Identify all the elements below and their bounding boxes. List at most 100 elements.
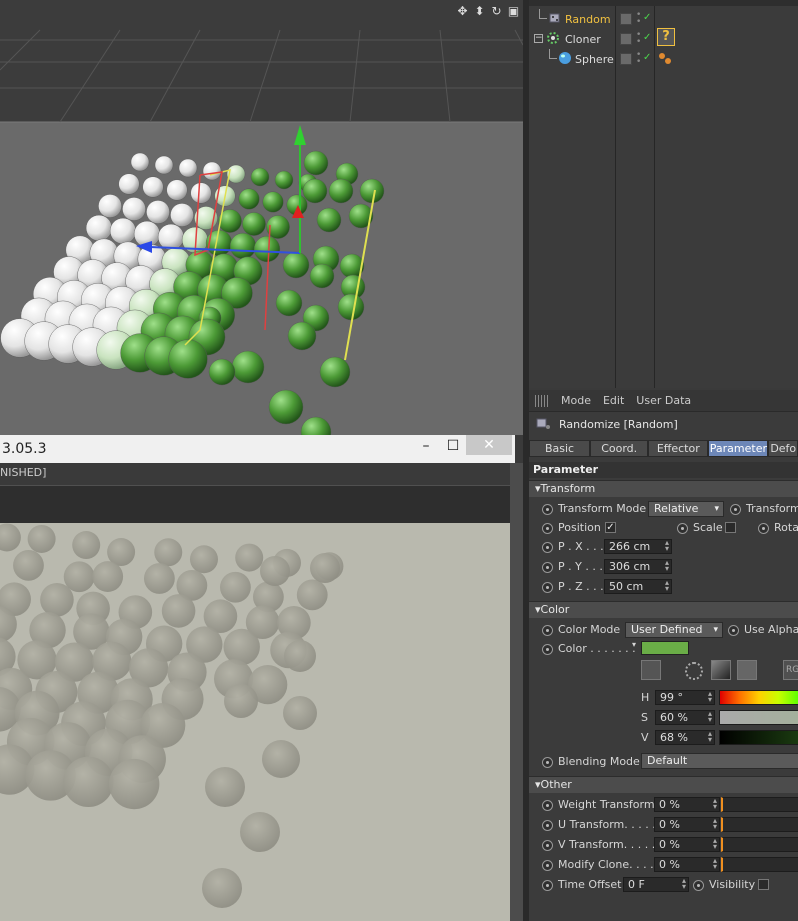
- collapse-toggle[interactable]: −: [534, 34, 543, 43]
- value-slider[interactable]: [719, 730, 798, 745]
- sphere-clone: [319, 356, 351, 388]
- pz-field[interactable]: 50 cm ▴ ▾: [604, 579, 672, 594]
- layer-icon[interactable]: [620, 53, 632, 65]
- image-picker-icon[interactable]: [737, 660, 757, 680]
- animate-radio[interactable]: [542, 582, 553, 593]
- animate-radio[interactable]: [542, 757, 553, 768]
- animate-radio[interactable]: [730, 504, 741, 515]
- visibility-checkbox[interactable]: [758, 879, 769, 890]
- s-field[interactable]: 60 % ▴ ▾: [655, 710, 715, 725]
- sphere-clone: [238, 188, 260, 210]
- visibility-dots-icon[interactable]: • •: [636, 51, 641, 67]
- scale-view-icon[interactable]: ⬍: [472, 4, 487, 18]
- move-view-icon[interactable]: ✥: [455, 4, 470, 18]
- rendered-sphere: [260, 556, 290, 586]
- sphere-clone: [190, 182, 212, 204]
- section-transform[interactable]: ▾Transform: [529, 480, 798, 497]
- color-swatch[interactable]: [641, 641, 689, 655]
- u-field[interactable]: 0 % ▴ ▾: [654, 817, 720, 832]
- maximize-view-icon[interactable]: ▣: [506, 4, 521, 18]
- tab-effector[interactable]: Effector: [648, 440, 709, 457]
- unknown-tag-icon[interactable]: ?: [657, 28, 675, 46]
- h-field[interactable]: 99 ° ▴ ▾: [655, 690, 715, 705]
- visibility-dots-icon[interactable]: • •: [636, 11, 641, 27]
- animate-radio[interactable]: [542, 800, 553, 811]
- spectrum-icon[interactable]: [711, 660, 731, 680]
- enabled-check-icon[interactable]: ✓: [643, 52, 651, 63]
- visibility-dots-icon[interactable]: • •: [636, 31, 641, 47]
- weight-slider[interactable]: [721, 797, 798, 812]
- menu-user-data[interactable]: User Data: [636, 394, 691, 407]
- hue-slider[interactable]: [719, 690, 798, 705]
- sphere-clone: [253, 235, 281, 263]
- v-transform-slider[interactable]: [721, 837, 798, 852]
- animate-radio[interactable]: [542, 542, 553, 553]
- tab-coord[interactable]: Coord.: [590, 440, 649, 457]
- v-transform-field[interactable]: 0 % ▴ ▾: [654, 837, 720, 852]
- section-color[interactable]: ▾Color: [529, 601, 798, 618]
- 3d-viewport[interactable]: ✥ ⬍ ↻ ▣: [0, 0, 523, 435]
- eyedropper-icon[interactable]: [641, 660, 661, 680]
- animate-radio[interactable]: [542, 625, 553, 636]
- render-titlebar[interactable]: 3.05.3 – ☐ ✕: [0, 435, 515, 463]
- modify-clone-slider[interactable]: [721, 857, 798, 872]
- sphere-clone: [287, 321, 317, 351]
- rotate-view-icon[interactable]: ↻: [489, 4, 504, 18]
- enabled-check-icon[interactable]: ✓: [643, 12, 651, 23]
- close-button[interactable]: ✕: [466, 435, 512, 455]
- px-field[interactable]: 266 cm ▴ ▾: [604, 539, 672, 554]
- animate-radio[interactable]: [542, 644, 553, 655]
- animate-radio[interactable]: [758, 523, 769, 534]
- tab-deformer[interactable]: Defo: [768, 440, 798, 457]
- maximize-button[interactable]: ☐: [437, 435, 469, 457]
- color-mode-dropdown[interactable]: User Defined ▾: [625, 622, 723, 638]
- animate-radio[interactable]: [677, 523, 688, 534]
- scale-checkbox[interactable]: [725, 522, 736, 533]
- attribute-title: Randomize [Random]: [535, 417, 678, 431]
- menu-edit[interactable]: Edit: [603, 394, 624, 407]
- blending-dropdown[interactable]: Default: [641, 753, 798, 769]
- object-title: Randomize [Random]: [559, 417, 678, 431]
- layer-icon[interactable]: [620, 33, 632, 45]
- rendered-sphere: [63, 756, 114, 808]
- position-checkbox[interactable]: ✓: [605, 522, 616, 533]
- sphere-clone: [178, 158, 198, 178]
- animate-radio[interactable]: [542, 504, 553, 515]
- py-field[interactable]: 306 cm ▴ ▾: [604, 559, 672, 574]
- cloner-tag-icon[interactable]: [658, 52, 672, 66]
- pz-label: P . Z . . .: [558, 580, 604, 593]
- rgb-mode-button[interactable]: RGB: [783, 660, 798, 680]
- object-name: Sphere: [575, 52, 614, 66]
- animate-radio[interactable]: [728, 625, 739, 636]
- animate-radio[interactable]: [542, 840, 553, 851]
- v-field[interactable]: 68 % ▴ ▾: [655, 730, 715, 745]
- rendered-sphere: [189, 545, 218, 574]
- tab-basic[interactable]: Basic: [529, 440, 591, 457]
- enabled-check-icon[interactable]: ✓: [643, 32, 651, 43]
- rendered-sphere: [143, 563, 175, 594]
- animate-radio[interactable]: [542, 523, 553, 534]
- menu-mode[interactable]: Mode: [561, 394, 591, 407]
- time-offset-field[interactable]: 0 F ▴ ▾: [623, 877, 689, 892]
- tab-parameter[interactable]: Parameter: [708, 440, 769, 457]
- animate-radio[interactable]: [542, 880, 553, 891]
- weight-field[interactable]: 0 % ▴ ▾: [654, 797, 720, 812]
- u-slider[interactable]: [721, 817, 798, 832]
- saturation-slider[interactable]: [719, 710, 798, 725]
- transform-mode-dropdown[interactable]: Relative ▾: [648, 501, 724, 517]
- modify-clone-field[interactable]: 0 % ▴ ▾: [654, 857, 720, 872]
- animate-radio[interactable]: [693, 880, 704, 891]
- rendered-sphere: [40, 583, 74, 617]
- color-expand-icon[interactable]: ▾: [632, 640, 636, 649]
- animate-radio[interactable]: [542, 820, 553, 831]
- rendered-sphere: [262, 740, 300, 778]
- panel-grip-icon[interactable]: [535, 394, 549, 407]
- section-other[interactable]: ▾Other: [529, 776, 798, 793]
- render-scroll-edge[interactable]: [510, 463, 523, 921]
- animate-radio[interactable]: [542, 860, 553, 871]
- layer-icon[interactable]: [620, 13, 632, 25]
- rotation-label: Rota: [774, 521, 798, 534]
- color-wheel-icon[interactable]: [685, 662, 703, 680]
- animate-radio[interactable]: [542, 562, 553, 573]
- object-row-random[interactable]: Random: [529, 9, 798, 29]
